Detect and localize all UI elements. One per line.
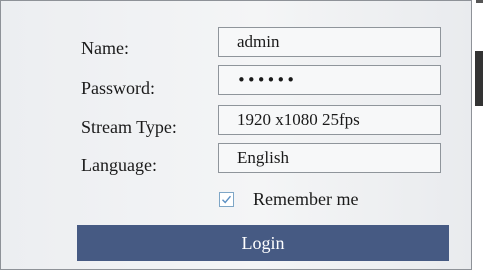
login-button[interactable]: Login: [77, 225, 449, 261]
password-label: Password:: [81, 78, 156, 98]
name-field[interactable]: admin: [218, 27, 441, 57]
language-select[interactable]: English: [218, 143, 441, 173]
stream-type-label: Stream Type:: [81, 117, 177, 137]
remember-me-label: Remember me: [253, 189, 359, 209]
language-label: Language:: [81, 155, 157, 175]
login-panel: Name: admin Password: •••••• Stream Type…: [0, 0, 472, 270]
stream-type-select[interactable]: 1920 x1080 25fps: [218, 105, 441, 135]
edge-mark: [475, 51, 483, 106]
checkmark-icon: [222, 195, 232, 204]
password-field[interactable]: ••••••: [218, 65, 441, 95]
name-label: Name:: [81, 38, 129, 58]
remember-me-row: Remember me: [219, 187, 358, 211]
remember-me-checkbox[interactable]: [219, 191, 234, 207]
edge-mark-top: [476, 0, 483, 3]
